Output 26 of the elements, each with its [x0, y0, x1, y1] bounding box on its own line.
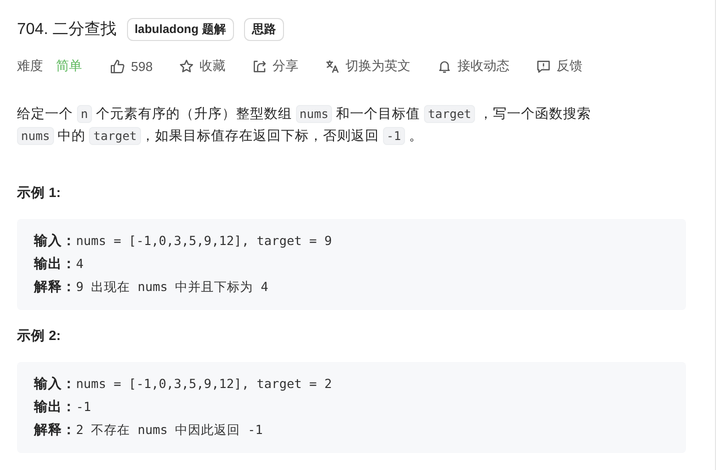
- difficulty-value: 简单: [56, 57, 82, 75]
- action-label[interactable]: 接收动态: [458, 57, 510, 75]
- problem-title: 704. 二分查找: [17, 20, 117, 40]
- feedback-icon[interactable]: [536, 58, 551, 74]
- action-label[interactable]: 598: [131, 58, 153, 74]
- problem-description: 给定一个 n 个元素有序的（升序）整型数组 nums 和一个目标值 target ，写一个函数搜索 nums 中的 target ，如果目标值存在返回下标，否则返回 -1 。: [17, 104, 592, 147]
- action-label[interactable]: 分享: [272, 57, 299, 75]
- bell-icon[interactable]: [436, 58, 452, 74]
- example-line: 输入：nums = [-1,0,3,5,9,12], target = 2: [34, 375, 333, 393]
- tag-chip[interactable]: 思路: [244, 18, 284, 41]
- share-icon[interactable]: [252, 58, 267, 74]
- thumbs-up-icon[interactable]: [110, 58, 125, 74]
- example-title: 示例 2:: [17, 327, 62, 345]
- action-label[interactable]: 切换为英文: [346, 57, 411, 75]
- difficulty-label: 难度: [17, 57, 43, 75]
- example-title: 示例 1:: [17, 184, 62, 202]
- example-line: 输出：4: [34, 255, 85, 273]
- example-line: 输入：nums = [-1,0,3,5,9,12], target = 9: [34, 232, 333, 250]
- action-label[interactable]: 收藏: [200, 57, 226, 75]
- translate-icon[interactable]: [324, 58, 340, 74]
- example-line: 输出：-1: [34, 398, 92, 416]
- example-line: 解释：9 出现在 nums 中并且下标为 4: [34, 278, 270, 296]
- star-icon[interactable]: [178, 58, 194, 74]
- action-label[interactable]: 反馈: [556, 57, 583, 75]
- tag-chip[interactable]: labuladong 题解: [126, 18, 234, 41]
- example-line: 解释：2 不存在 nums 中因此返回 -1: [34, 421, 264, 439]
